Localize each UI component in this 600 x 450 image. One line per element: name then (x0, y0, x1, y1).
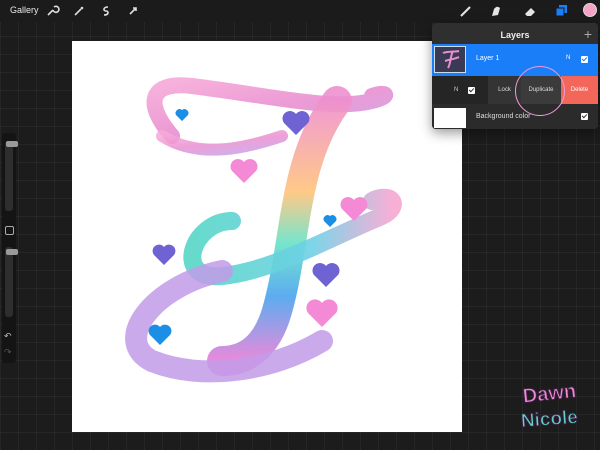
svg-text:Nicole: Nicole (520, 407, 578, 432)
gallery-button[interactable]: Gallery (10, 5, 39, 15)
color-swatch[interactable] (583, 3, 597, 17)
letter-f-artwork (125, 77, 402, 383)
background-layer-name: Background color (476, 113, 531, 120)
redo-button[interactable]: ↷ (4, 347, 12, 358)
brush-size-slider[interactable] (5, 141, 18, 211)
visibility-checkbox[interactable] (468, 87, 475, 94)
blend-mode-button[interactable]: N (566, 55, 570, 61)
visibility-checkbox[interactable] (581, 113, 588, 120)
dawn-nicole-signature-logo: Dawn Nicole (520, 380, 579, 432)
side-toolbar: ↶ ↷ (2, 133, 18, 363)
undo-button[interactable]: ↶ (4, 331, 12, 342)
background-color-row[interactable]: Background color (432, 104, 598, 129)
opacity-knob[interactable] (6, 249, 18, 255)
delete-button[interactable]: Delete (561, 76, 598, 104)
svg-text:Dawn: Dawn (522, 380, 577, 407)
layer-thumbnail (434, 46, 466, 73)
eyedropper-button[interactable] (5, 226, 14, 235)
smudge-icon[interactable] (488, 3, 504, 19)
layer-row-1[interactable]: Layer 1 N (432, 44, 598, 76)
add-layer-button[interactable]: + (584, 26, 592, 42)
selection-icon[interactable] (98, 3, 114, 19)
brush-icon[interactable] (458, 3, 474, 19)
top-toolbar: Gallery (0, 0, 600, 22)
wrench-icon[interactable] (44, 3, 60, 19)
eraser-icon[interactable] (522, 3, 538, 19)
magic-wand-icon[interactable] (71, 3, 87, 19)
blend-mode-button[interactable]: N (454, 87, 458, 93)
opacity-slider[interactable] (5, 247, 18, 317)
touch-indicator (515, 66, 565, 116)
layer-name: Layer 1 (476, 55, 500, 62)
visibility-checkbox[interactable] (581, 56, 588, 63)
brush-size-knob[interactable] (6, 141, 18, 147)
layer-thumbnail-art (442, 50, 460, 69)
layers-panel: Layers + Layer 1 N N Lock Duplicate Dele… (432, 23, 598, 129)
background-thumbnail (434, 108, 466, 128)
transform-icon[interactable] (125, 3, 141, 19)
layers-icon[interactable] (553, 3, 569, 19)
layers-panel-title: Layers (500, 30, 530, 40)
